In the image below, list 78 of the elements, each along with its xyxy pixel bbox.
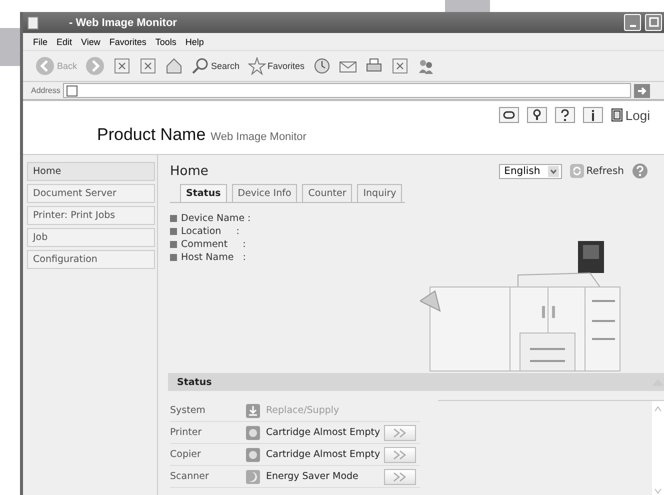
backdrop-block xyxy=(0,28,22,66)
status-icon xyxy=(246,448,260,462)
minimize-icon xyxy=(630,25,636,27)
scroll-down-icon[interactable] xyxy=(653,486,663,495)
supply-icon xyxy=(246,404,260,418)
tab[interactable]: Inquiry xyxy=(357,184,402,202)
info-label: Device Name : xyxy=(181,212,251,224)
info-label: Location : xyxy=(181,226,240,236)
favorites-button[interactable]: Favorites xyxy=(246,57,307,75)
page-title: Home xyxy=(170,164,208,178)
sidebar-item[interactable]: Configuration xyxy=(27,250,155,269)
search-button[interactable]: Search xyxy=(189,57,242,75)
menu-item[interactable]: File xyxy=(33,36,48,46)
minimize-button[interactable] xyxy=(624,14,641,31)
device-name: System xyxy=(170,405,206,416)
sidebar-item[interactable]: Document Server xyxy=(27,184,155,203)
device-name: Printer xyxy=(170,427,203,438)
menu-item[interactable]: Help xyxy=(185,36,204,46)
address-label: Address xyxy=(31,86,60,95)
home-icon xyxy=(165,57,184,75)
bullet-icon xyxy=(170,254,177,260)
status-message: Energy Saver Mode xyxy=(266,471,360,482)
door-icon xyxy=(611,108,624,122)
details-button[interactable] xyxy=(384,468,416,484)
caret-icon xyxy=(548,166,560,176)
details-button[interactable] xyxy=(384,446,416,462)
status-message: Cartridge Almost Empty xyxy=(266,449,378,460)
maximize-button[interactable] xyxy=(645,14,662,31)
arrow-icon xyxy=(636,84,648,96)
bullet-icon xyxy=(170,214,177,222)
moon-icon xyxy=(246,470,260,484)
address-field[interactable] xyxy=(63,83,631,98)
scrollbar[interactable] xyxy=(651,401,664,495)
tab[interactable]: Device Info xyxy=(232,184,298,202)
page-icon xyxy=(390,57,409,75)
star-icon xyxy=(248,57,266,75)
go-button[interactable] xyxy=(634,84,650,98)
menu-item[interactable]: View xyxy=(81,36,100,46)
device-name: Copier xyxy=(170,449,202,460)
page-icon xyxy=(66,84,78,96)
section-title: Status xyxy=(177,376,212,388)
refresh-icon xyxy=(570,164,584,178)
product-name: Product Name xyxy=(97,125,206,145)
info-icon[interactable] xyxy=(583,107,604,123)
device-name: Scanner xyxy=(170,471,210,482)
backdrop-block xyxy=(445,0,490,12)
window-title: - Web Image Monitor xyxy=(69,16,177,28)
tab[interactable]: Counter xyxy=(302,184,352,202)
help-icon[interactable] xyxy=(555,107,576,123)
language-dropdown[interactable]: English xyxy=(499,164,562,178)
status-icon xyxy=(246,426,260,440)
sidebar-item[interactable]: Home xyxy=(27,162,155,181)
status-message: Replace/Supply xyxy=(266,405,340,416)
maximize-icon xyxy=(648,17,658,27)
search-icon[interactable] xyxy=(527,107,548,123)
app-subtitle: Web Image Monitor xyxy=(210,131,306,143)
page-icon xyxy=(27,16,39,30)
clock-icon xyxy=(312,57,331,75)
refresh-button[interactable]: Refresh xyxy=(570,164,624,178)
bullet-icon xyxy=(170,240,177,248)
status-message: Cartridge Almost Empty xyxy=(266,427,378,438)
tab[interactable]: Status xyxy=(180,184,227,202)
info-label: Host Name : xyxy=(181,252,246,262)
page-icon xyxy=(139,57,158,75)
sidebar-item[interactable]: Job xyxy=(27,228,155,247)
people-icon xyxy=(416,57,435,75)
search-icon xyxy=(191,57,210,75)
sidebar-item[interactable]: Printer: Print Jobs xyxy=(27,206,155,225)
link-icon[interactable] xyxy=(499,107,520,123)
menu-item[interactable]: Favorites xyxy=(109,36,146,46)
info-label: Comment : xyxy=(181,238,246,250)
menu-item[interactable]: Tools xyxy=(155,36,176,46)
scroll-up-icon[interactable] xyxy=(653,404,663,414)
page-icon xyxy=(113,57,132,75)
menu-item[interactable]: Edit xyxy=(56,36,72,46)
details-button[interactable] xyxy=(384,424,416,440)
bullet-icon xyxy=(170,228,177,234)
login-button[interactable]: Logi xyxy=(611,107,650,123)
